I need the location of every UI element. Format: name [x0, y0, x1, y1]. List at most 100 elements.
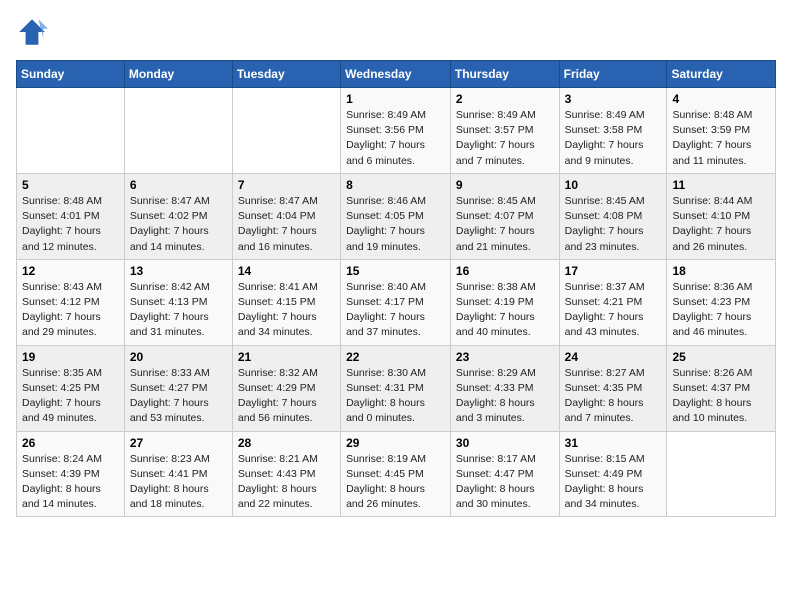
day-info: Sunrise: 8:15 AMSunset: 4:49 PMDaylight:… — [565, 452, 662, 513]
day-info: Sunrise: 8:43 AMSunset: 4:12 PMDaylight:… — [22, 280, 119, 341]
day-number: 29 — [346, 436, 445, 450]
calendar-week-row: 12 Sunrise: 8:43 AMSunset: 4:12 PMDayligh… — [17, 259, 776, 345]
calendar-day-cell: 6 Sunrise: 8:47 AMSunset: 4:02 PMDaylight… — [124, 173, 232, 259]
day-info: Sunrise: 8:32 AMSunset: 4:29 PMDaylight:… — [238, 366, 335, 427]
day-number: 31 — [565, 436, 662, 450]
day-number: 30 — [456, 436, 554, 450]
day-number: 28 — [238, 436, 335, 450]
day-number: 12 — [22, 264, 119, 278]
day-info: Sunrise: 8:48 AMSunset: 4:01 PMDaylight:… — [22, 194, 119, 255]
day-info: Sunrise: 8:47 AMSunset: 4:04 PMDaylight:… — [238, 194, 335, 255]
day-number: 14 — [238, 264, 335, 278]
calendar-header: SundayMondayTuesdayWednesdayThursdayFrid… — [17, 61, 776, 88]
calendar-day-cell: 21Sunrise: 8:32 AMSunset: 4:29 PMDayligh… — [232, 345, 340, 431]
calendar-day-cell: 30 Sunrise: 8:17 AMSunset: 4:47 PMDayligh… — [450, 431, 559, 517]
day-number: 18 — [672, 264, 770, 278]
calendar-day-cell — [232, 88, 340, 174]
day-number: 17 — [565, 264, 662, 278]
day-number: 7 — [238, 178, 335, 192]
day-number: 11 — [672, 178, 770, 192]
day-info: Sunrise: 8:30 AMSunset: 4:31 PMDaylight:… — [346, 366, 445, 427]
day-info: Sunrise: 8:26 AMSunset: 4:37 PMDaylight:… — [672, 366, 770, 427]
day-info: Sunrise: 8:23 AMSunset: 4:41 PMDaylight:… — [130, 452, 227, 513]
calendar-day-cell: 13Sunrise: 8:42 AMSunset: 4:13 PMDayligh… — [124, 259, 232, 345]
calendar-day-cell: 22 Sunrise: 8:30 AMSunset: 4:31 PMDayligh… — [341, 345, 451, 431]
calendar-day-cell: 12 Sunrise: 8:43 AMSunset: 4:12 PMDayligh… — [17, 259, 125, 345]
weekday-header-friday: Friday — [559, 61, 667, 88]
weekday-header-wednesday: Wednesday — [341, 61, 451, 88]
calendar-day-cell: 19Sunrise: 8:35 AMSunset: 4:25 PMDayligh… — [17, 345, 125, 431]
day-number: 5 — [22, 178, 119, 192]
calendar-week-row: 1Sunrise: 8:49 AMSunset: 3:56 PMDaylight… — [17, 88, 776, 174]
calendar-day-cell — [667, 431, 776, 517]
calendar-day-cell: 7 Sunrise: 8:47 AMSunset: 4:04 PMDaylight… — [232, 173, 340, 259]
day-number: 24 — [565, 350, 662, 364]
weekday-header-saturday: Saturday — [667, 61, 776, 88]
day-number: 27 — [130, 436, 227, 450]
calendar-day-cell — [17, 88, 125, 174]
calendar-day-cell — [124, 88, 232, 174]
calendar-day-cell: 16Sunrise: 8:38 AMSunset: 4:19 PMDayligh… — [450, 259, 559, 345]
day-info: Sunrise: 8:33 AMSunset: 4:27 PMDaylight:… — [130, 366, 227, 427]
day-info: Sunrise: 8:46 AMSunset: 4:05 PMDaylight:… — [346, 194, 445, 255]
day-number: 4 — [672, 92, 770, 106]
calendar-week-row: 5 Sunrise: 8:48 AMSunset: 4:01 PMDaylight… — [17, 173, 776, 259]
day-info: Sunrise: 8:40 AMSunset: 4:17 PMDaylight:… — [346, 280, 445, 341]
calendar-day-cell: 27 Sunrise: 8:23 AMSunset: 4:41 PMDayligh… — [124, 431, 232, 517]
day-number: 3 — [565, 92, 662, 106]
day-number: 23 — [456, 350, 554, 364]
day-info: Sunrise: 8:49 AMSunset: 3:58 PMDaylight:… — [565, 108, 662, 169]
calendar-day-cell: 20 Sunrise: 8:33 AMSunset: 4:27 PMDayligh… — [124, 345, 232, 431]
day-number: 16 — [456, 264, 554, 278]
day-number: 10 — [565, 178, 662, 192]
logo-icon — [16, 16, 48, 48]
calendar-day-cell: 14 Sunrise: 8:41 AMSunset: 4:15 PMDayligh… — [232, 259, 340, 345]
calendar-table: SundayMondayTuesdayWednesdayThursdayFrid… — [16, 60, 776, 517]
day-number: 15 — [346, 264, 445, 278]
calendar-day-cell: 8Sunrise: 8:46 AMSunset: 4:05 PMDaylight… — [341, 173, 451, 259]
calendar-day-cell: 31 Sunrise: 8:15 AMSunset: 4:49 PMDayligh… — [559, 431, 667, 517]
day-info: Sunrise: 8:42 AMSunset: 4:13 PMDaylight:… — [130, 280, 227, 341]
day-number: 20 — [130, 350, 227, 364]
calendar-week-row: 19Sunrise: 8:35 AMSunset: 4:25 PMDayligh… — [17, 345, 776, 431]
weekday-header-row: SundayMondayTuesdayWednesdayThursdayFrid… — [17, 61, 776, 88]
day-info: Sunrise: 8:49 AMSunset: 3:57 PMDaylight:… — [456, 108, 554, 169]
calendar-day-cell: 23Sunrise: 8:29 AMSunset: 4:33 PMDayligh… — [450, 345, 559, 431]
day-info: Sunrise: 8:21 AMSunset: 4:43 PMDaylight:… — [238, 452, 335, 513]
day-number: 9 — [456, 178, 554, 192]
weekday-header-tuesday: Tuesday — [232, 61, 340, 88]
calendar-day-cell: 10 Sunrise: 8:45 AMSunset: 4:08 PMDayligh… — [559, 173, 667, 259]
day-number: 1 — [346, 92, 445, 106]
calendar-day-cell: 26 Sunrise: 8:24 AMSunset: 4:39 PMDayligh… — [17, 431, 125, 517]
calendar-day-cell: 2 Sunrise: 8:49 AMSunset: 3:57 PMDaylight… — [450, 88, 559, 174]
day-info: Sunrise: 8:48 AMSunset: 3:59 PMDaylight:… — [672, 108, 770, 169]
day-number: 26 — [22, 436, 119, 450]
calendar-day-cell: 15 Sunrise: 8:40 AMSunset: 4:17 PMDayligh… — [341, 259, 451, 345]
day-info: Sunrise: 8:17 AMSunset: 4:47 PMDaylight:… — [456, 452, 554, 513]
calendar-week-row: 26 Sunrise: 8:24 AMSunset: 4:39 PMDayligh… — [17, 431, 776, 517]
calendar-day-cell: 18Sunrise: 8:36 AMSunset: 4:23 PMDayligh… — [667, 259, 776, 345]
day-number: 25 — [672, 350, 770, 364]
day-number: 6 — [130, 178, 227, 192]
calendar-day-cell: 24Sunrise: 8:27 AMSunset: 4:35 PMDayligh… — [559, 345, 667, 431]
calendar-day-cell: 1Sunrise: 8:49 AMSunset: 3:56 PMDaylight… — [341, 88, 451, 174]
day-info: Sunrise: 8:47 AMSunset: 4:02 PMDaylight:… — [130, 194, 227, 255]
weekday-header-sunday: Sunday — [17, 61, 125, 88]
calendar-day-cell: 17 Sunrise: 8:37 AMSunset: 4:21 PMDayligh… — [559, 259, 667, 345]
calendar-day-cell: 11Sunrise: 8:44 AMSunset: 4:10 PMDayligh… — [667, 173, 776, 259]
calendar-day-cell: 25 Sunrise: 8:26 AMSunset: 4:37 PMDayligh… — [667, 345, 776, 431]
calendar-day-cell: 5 Sunrise: 8:48 AMSunset: 4:01 PMDaylight… — [17, 173, 125, 259]
day-info: Sunrise: 8:45 AMSunset: 4:07 PMDaylight:… — [456, 194, 554, 255]
calendar-body: 1Sunrise: 8:49 AMSunset: 3:56 PMDaylight… — [17, 88, 776, 517]
weekday-header-thursday: Thursday — [450, 61, 559, 88]
logo — [16, 16, 52, 48]
day-number: 22 — [346, 350, 445, 364]
day-number: 2 — [456, 92, 554, 106]
weekday-header-monday: Monday — [124, 61, 232, 88]
day-info: Sunrise: 8:45 AMSunset: 4:08 PMDaylight:… — [565, 194, 662, 255]
calendar-day-cell: 4 Sunrise: 8:48 AMSunset: 3:59 PMDaylight… — [667, 88, 776, 174]
day-info: Sunrise: 8:24 AMSunset: 4:39 PMDaylight:… — [22, 452, 119, 513]
page-header — [16, 16, 776, 48]
day-info: Sunrise: 8:37 AMSunset: 4:21 PMDaylight:… — [565, 280, 662, 341]
day-info: Sunrise: 8:41 AMSunset: 4:15 PMDaylight:… — [238, 280, 335, 341]
